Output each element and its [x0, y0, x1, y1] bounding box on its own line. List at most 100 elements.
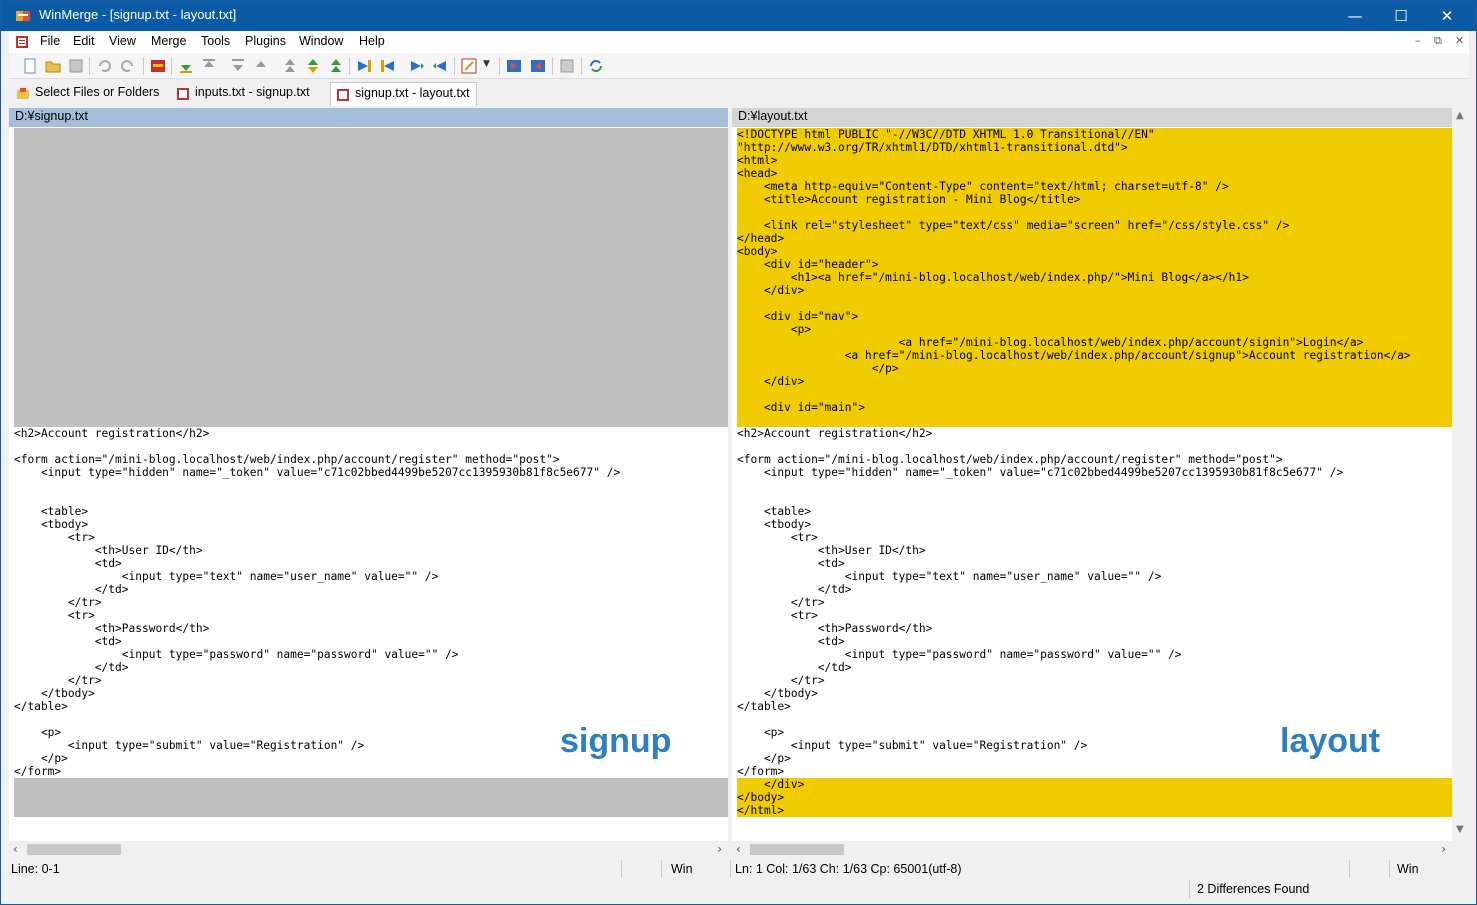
left-code-line[interactable]: </table> — [14, 700, 728, 713]
left-code-line[interactable] — [14, 323, 728, 336]
copy-right-advance-icon[interactable] — [408, 57, 426, 75]
menu-help[interactable]: Help — [359, 34, 385, 48]
left-code-line[interactable]: <tbody> — [14, 518, 728, 531]
right-code-line[interactable]: <tr> — [737, 531, 1452, 544]
options-icon[interactable] — [149, 57, 167, 75]
left-code-line[interactable] — [14, 349, 728, 362]
scroll-down-icon[interactable]: ▼ — [1456, 824, 1464, 835]
right-code-line[interactable]: <body> — [737, 245, 1452, 258]
right-code-line[interactable]: </div> — [737, 284, 1452, 297]
right-code-line[interactable]: <form action="/mini-blog.localhost/web/i… — [737, 453, 1452, 466]
left-code-line[interactable] — [14, 388, 728, 401]
left-code-line[interactable] — [14, 440, 728, 453]
left-code-line[interactable] — [14, 414, 728, 427]
right-code-line[interactable] — [737, 492, 1452, 505]
right-code-line[interactable]: </div> — [737, 375, 1452, 388]
right-code-line[interactable]: <html> — [737, 154, 1452, 167]
left-code-line[interactable] — [14, 245, 728, 258]
left-code-view[interactable]: <h2>Account registration</h2> <form actio… — [14, 128, 728, 817]
right-code-line[interactable]: <input type="password" name="password" v… — [737, 648, 1452, 661]
right-code-line[interactable]: </td> — [737, 583, 1452, 596]
save-icon[interactable] — [67, 57, 85, 75]
left-code-line[interactable]: <input type="hidden" name="_token" value… — [14, 466, 728, 479]
right-code-line[interactable]: </table> — [737, 700, 1452, 713]
right-code-line[interactable]: <input type="hidden" name="_token" value… — [737, 466, 1452, 479]
left-code-line[interactable] — [14, 154, 728, 167]
left-code-line[interactable] — [14, 492, 728, 505]
right-code-line[interactable]: <tr> — [737, 609, 1452, 622]
left-code-line[interactable]: </tr> — [14, 674, 728, 687]
left-code-line[interactable]: <input type="password" name="password" v… — [14, 648, 728, 661]
right-code-line[interactable]: </div> — [737, 778, 1452, 791]
right-code-line[interactable]: </form> — [737, 765, 1452, 778]
right-code-line[interactable]: </html> — [737, 804, 1452, 817]
left-code-line[interactable] — [14, 232, 728, 245]
menu-file[interactable]: File — [40, 34, 60, 48]
right-code-line[interactable]: <meta http-equiv="Content-Type" content=… — [737, 180, 1452, 193]
redo-icon[interactable] — [119, 57, 137, 75]
left-code-line[interactable] — [14, 804, 728, 817]
menu-merge[interactable]: Merge — [151, 34, 186, 48]
right-code-line[interactable] — [737, 440, 1452, 453]
scroll-thumb[interactable] — [27, 844, 121, 855]
maximize-button[interactable]: ☐ — [1378, 1, 1424, 31]
left-code-line[interactable] — [14, 336, 728, 349]
right-code-line[interactable]: <a href="/mini-blog.localhost/web/index.… — [737, 336, 1452, 349]
left-code-line[interactable] — [14, 271, 728, 284]
current-diff-icon[interactable] — [252, 57, 270, 75]
left-code-line[interactable]: <td> — [14, 635, 728, 648]
left-code-line[interactable] — [14, 310, 728, 323]
menu-edit[interactable]: Edit — [73, 34, 95, 48]
right-code-line[interactable]: <h2>Account registration</h2> — [737, 427, 1452, 440]
left-code-line[interactable] — [14, 375, 728, 388]
left-horizontal-scrollbar[interactable]: ‹ › — [9, 841, 728, 858]
right-code-line[interactable] — [737, 479, 1452, 492]
left-code-line[interactable] — [14, 791, 728, 804]
left-code-line[interactable]: <th>User ID</th> — [14, 544, 728, 557]
undo-icon[interactable] — [95, 57, 113, 75]
open-icon[interactable] — [44, 57, 62, 75]
copy-right-icon[interactable] — [355, 57, 373, 75]
left-code-line[interactable]: </form> — [14, 765, 728, 778]
refresh-icon[interactable] — [587, 57, 605, 75]
right-code-line[interactable]: <h1><a href="/mini-blog.localhost/web/in… — [737, 271, 1452, 284]
left-code-line[interactable] — [14, 258, 728, 271]
left-code-line[interactable]: <td> — [14, 557, 728, 570]
menu-view[interactable]: View — [109, 34, 136, 48]
vertical-scrollbar[interactable]: ▲ ▼ — [1453, 108, 1469, 858]
left-code-line[interactable]: <form action="/mini-blog.localhost/web/i… — [14, 453, 728, 466]
left-code-line[interactable] — [14, 206, 728, 219]
right-code-line[interactable]: <div id="header"> — [737, 258, 1452, 271]
right-code-line[interactable]: <table> — [737, 505, 1452, 518]
left-code-line[interactable] — [14, 284, 728, 297]
left-code-line[interactable]: </tr> — [14, 596, 728, 609]
new-icon[interactable] — [21, 57, 39, 75]
last-diff-icon[interactable] — [281, 57, 299, 75]
mdi-close-button[interactable]: ✕ — [1455, 34, 1464, 47]
right-code-line[interactable]: "http://www.w3.org/TR/xhtml1/DTD/xhtml1-… — [737, 141, 1452, 154]
menu-plugins[interactable]: Plugins — [245, 34, 286, 48]
right-code-line[interactable]: </p> — [737, 362, 1452, 375]
right-code-line[interactable]: </tr> — [737, 596, 1452, 609]
right-code-line[interactable]: <p> — [737, 323, 1452, 336]
left-code-line[interactable] — [14, 193, 728, 206]
scroll-up-icon[interactable]: ▲ — [1456, 110, 1464, 121]
scroll-left-icon[interactable]: ‹ — [736, 842, 741, 856]
left-code-line[interactable] — [14, 297, 728, 310]
copy-left-icon[interactable] — [379, 57, 397, 75]
right-code-line[interactable]: <a href="/mini-blog.localhost/web/index.… — [737, 349, 1452, 362]
left-code-line[interactable] — [14, 128, 728, 141]
scroll-right-icon[interactable]: › — [717, 842, 722, 856]
left-code-line[interactable] — [14, 778, 728, 791]
right-code-line[interactable]: <th>User ID</th> — [737, 544, 1452, 557]
right-code-line[interactable]: </body> — [737, 791, 1452, 804]
left-code-line[interactable]: </tbody> — [14, 687, 728, 700]
right-code-line[interactable] — [737, 414, 1452, 427]
right-code-line[interactable]: <td> — [737, 635, 1452, 648]
right-code-line[interactable]: <td> — [737, 557, 1452, 570]
mdi-minimize-button[interactable]: – — [1415, 34, 1421, 47]
preview-icon[interactable] — [558, 57, 576, 75]
left-code-line[interactable] — [14, 141, 728, 154]
right-code-line[interactable] — [737, 206, 1452, 219]
menu-window[interactable]: Window — [299, 34, 343, 48]
